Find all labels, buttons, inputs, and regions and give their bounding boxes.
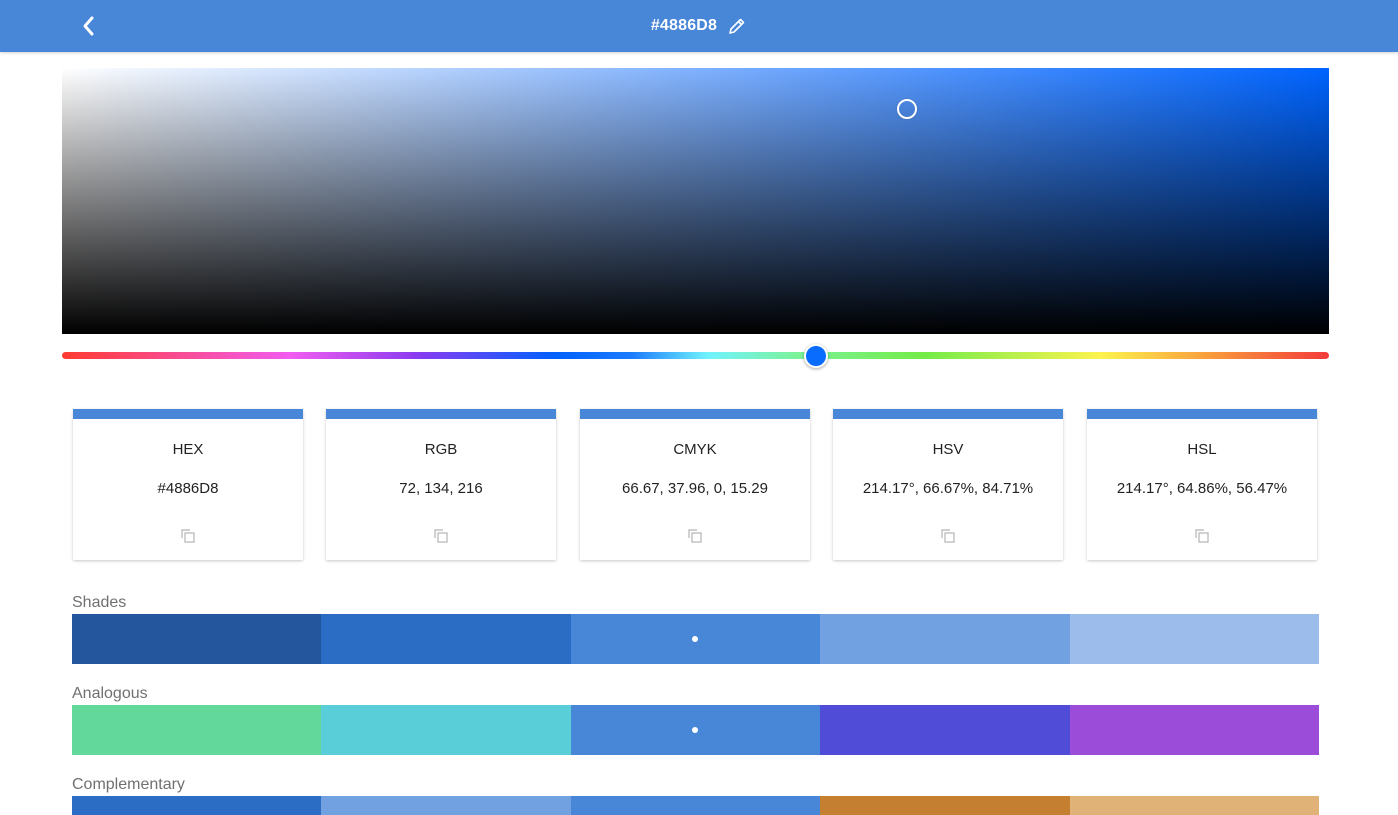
complementary-swatch[interactable] [570, 796, 821, 815]
saturation-value-handle[interactable] [896, 98, 917, 119]
copy-hsl-button[interactable] [1192, 526, 1212, 546]
format-card-hex: HEX #4886D8 [73, 409, 303, 560]
complementary-swatch[interactable] [820, 796, 1070, 815]
copy-icon [941, 529, 955, 543]
page-title: #4886D8 [650, 17, 718, 34]
complementary-swatch[interactable] [321, 796, 571, 815]
format-label: HSV [932, 441, 964, 458]
format-value: 214.17°, 64.86%, 56.47% [1116, 480, 1288, 497]
format-card-hsl: HSL 214.17°, 64.86%, 56.47% [1087, 409, 1317, 560]
selected-indicator [692, 727, 699, 733]
copy-hsv-button[interactable] [938, 526, 958, 546]
saturation-value-picker[interactable] [62, 68, 1329, 334]
format-value: 66.67, 37.96, 0, 15.29 [622, 480, 768, 497]
selected-indicator [692, 636, 699, 642]
format-value: 72, 134, 216 [399, 480, 483, 497]
copy-icon [1195, 529, 1209, 543]
complementary-swatch[interactable] [1069, 796, 1319, 815]
complementary-label: Complementary [72, 776, 185, 793]
copy-cmyk-button[interactable] [685, 526, 705, 546]
analogous-swatch[interactable] [72, 705, 322, 755]
copy-hex-button[interactable] [178, 526, 198, 546]
format-value: #4886D8 [157, 480, 219, 497]
hue-slider[interactable] [62, 344, 1329, 368]
shade-swatch[interactable] [1069, 614, 1319, 664]
edit-color-button[interactable] [727, 16, 747, 36]
pencil-icon [729, 18, 745, 34]
format-label: RGB [424, 441, 458, 458]
color-format-cards: HEX #4886D8 RGB 72, 134, 216 CMYK 66.67,… [73, 409, 1317, 560]
format-label: CMYK [673, 441, 717, 458]
card-accent-bar [580, 409, 810, 419]
format-card-cmyk: CMYK 66.67, 37.96, 0, 15.29 [580, 409, 810, 560]
shades-label: Shades [72, 594, 127, 611]
card-accent-bar [1087, 409, 1317, 419]
format-label: HSL [1187, 441, 1217, 458]
analogous-swatch[interactable] [1069, 705, 1319, 755]
complementary-row [72, 796, 1319, 815]
shades-row [72, 614, 1319, 664]
copy-rgb-button[interactable] [431, 526, 451, 546]
copy-icon [434, 529, 448, 543]
format-card-rgb: RGB 72, 134, 216 [326, 409, 556, 560]
analogous-row [72, 705, 1319, 755]
analogous-label: Analogous [72, 685, 148, 702]
shade-swatch[interactable] [72, 614, 322, 664]
analogous-swatch[interactable] [820, 705, 1070, 755]
card-accent-bar [326, 409, 556, 419]
copy-icon [181, 529, 195, 543]
card-accent-bar [833, 409, 1063, 419]
top-app-bar: #4886D8 [0, 0, 1398, 52]
shade-swatch[interactable] [570, 614, 821, 664]
analogous-swatch[interactable] [321, 705, 571, 755]
copy-icon [688, 529, 702, 543]
card-accent-bar [73, 409, 303, 419]
title-group: #4886D8 [0, 0, 1398, 52]
hue-slider-handle[interactable] [803, 344, 828, 368]
shade-swatch[interactable] [820, 614, 1070, 664]
format-card-hsv: HSV 214.17°, 66.67%, 84.71% [833, 409, 1063, 560]
format-value: 214.17°, 66.67%, 84.71% [862, 480, 1034, 497]
analogous-swatch[interactable] [570, 705, 821, 755]
format-label: HEX [172, 441, 204, 458]
shade-swatch[interactable] [321, 614, 571, 664]
complementary-swatch[interactable] [72, 796, 322, 815]
